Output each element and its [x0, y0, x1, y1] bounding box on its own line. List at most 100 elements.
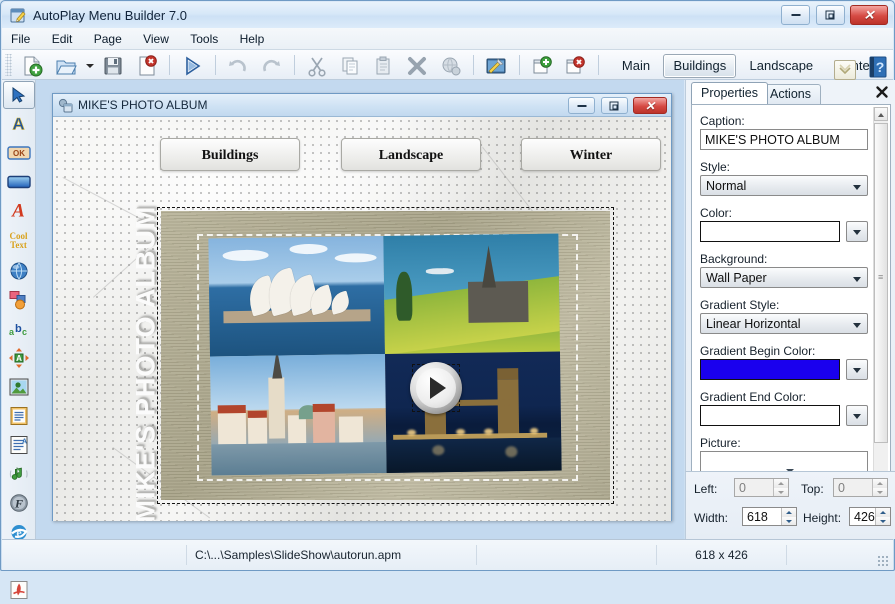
- button-tool[interactable]: OK: [3, 139, 35, 167]
- redo-button[interactable]: [256, 52, 286, 80]
- width-label: Width:: [694, 510, 728, 526]
- tool-palette: A OK A CoolText: [2, 80, 36, 539]
- photo-collage-object[interactable]: [161, 211, 610, 500]
- caption-input[interactable]: MIKE'S PHOTO ALBUM: [700, 129, 868, 150]
- tab-properties[interactable]: Properties: [691, 82, 768, 104]
- menu-tools[interactable]: Tools: [181, 28, 227, 50]
- width-value: 618: [747, 509, 768, 525]
- photo-prague-riverfront[interactable]: [210, 354, 387, 475]
- menu-view[interactable]: View: [134, 28, 178, 50]
- background-select[interactable]: Wall Paper: [700, 267, 868, 288]
- photo-tower-bridge-night[interactable]: [385, 352, 562, 473]
- tabs-dropdown-icon[interactable]: [834, 60, 856, 80]
- gradient-end-color-picker[interactable]: [700, 405, 868, 426]
- resize-grip[interactable]: [877, 555, 889, 567]
- transform-tool[interactable]: A: [3, 344, 35, 372]
- document-maximize-button[interactable]: [601, 97, 628, 114]
- page-design-surface[interactable]: Buildings Landscape Winter MIKE'S PHOTO …: [53, 117, 671, 521]
- nav-button-winter[interactable]: Winter: [521, 138, 661, 171]
- select-pointer-tool[interactable]: [3, 81, 35, 109]
- cool-text-tool[interactable]: CoolText: [3, 226, 35, 256]
- vertical-album-title[interactable]: MIKE'S PHOTO ALBUM: [131, 243, 162, 522]
- gradient-begin-color-dropdown-button[interactable]: [846, 359, 868, 380]
- left-input[interactable]: 0: [734, 478, 789, 497]
- style-select[interactable]: Normal: [700, 175, 868, 196]
- gradient-end-color-swatch[interactable]: [700, 405, 840, 426]
- text-label-tool[interactable]: A: [3, 110, 35, 138]
- gradient-style-label: Gradient Style:: [700, 297, 868, 313]
- minimize-button[interactable]: [781, 5, 810, 25]
- close-panel-icon[interactable]: [875, 85, 889, 99]
- maximize-button[interactable]: [816, 5, 845, 25]
- width-stepper[interactable]: [781, 508, 796, 525]
- left-stepper[interactable]: [773, 479, 788, 496]
- text-document-tool[interactable]: [3, 402, 35, 430]
- photo-grid: [209, 233, 562, 475]
- remove-page-button[interactable]: [560, 52, 590, 80]
- photo-lakeside-church[interactable]: [384, 233, 561, 354]
- chevron-down-icon[interactable]: [84, 52, 95, 78]
- height-input[interactable]: 426: [849, 507, 891, 526]
- nav-button-buildings[interactable]: Buildings: [160, 138, 300, 171]
- new-project-button[interactable]: [17, 52, 47, 80]
- paste-button[interactable]: [369, 52, 399, 80]
- gradient-begin-color-swatch[interactable]: [700, 359, 840, 380]
- scroll-thumb[interactable]: [874, 123, 888, 443]
- fancy-text-tool[interactable]: A: [3, 197, 35, 225]
- close-project-button[interactable]: [132, 52, 162, 80]
- pdf-tool[interactable]: [3, 576, 35, 604]
- play-overlay-icon[interactable]: [410, 362, 462, 414]
- page-tab-landscape[interactable]: Landscape: [740, 54, 824, 78]
- menu-file[interactable]: File: [2, 28, 39, 50]
- page-tab-buildings[interactable]: Buildings: [663, 54, 736, 78]
- scroll-up-button[interactable]: [874, 107, 888, 121]
- app-pencil-icon: [10, 7, 27, 24]
- add-page-button[interactable]: [527, 52, 557, 80]
- menu-page[interactable]: Page: [85, 28, 131, 50]
- design-canvas[interactable]: MIKE'S PHOTO ALBUM ✕ Buildings Landscape…: [36, 80, 684, 539]
- run-preview-button[interactable]: [177, 52, 207, 80]
- audio-tool[interactable]: [3, 460, 35, 488]
- rich-text-tool[interactable]: A: [3, 431, 35, 459]
- document-close-button[interactable]: ✕: [633, 97, 667, 114]
- gradient-end-color-dropdown-button[interactable]: [846, 405, 868, 426]
- color-picker[interactable]: [700, 221, 868, 242]
- spell-text-tool[interactable]: a b c: [3, 315, 35, 343]
- menu-help[interactable]: Help: [231, 28, 274, 50]
- svg-text:b: b: [15, 323, 22, 335]
- color-swatch[interactable]: [700, 221, 840, 242]
- gradient-begin-color-picker[interactable]: [700, 359, 868, 380]
- close-button[interactable]: ✕: [850, 5, 888, 25]
- status-bar: C:\...\Samples\SlideShow\autorun.apm 618…: [2, 539, 893, 570]
- shapes-tool[interactable]: [3, 286, 35, 314]
- flash-tool[interactable]: F: [3, 489, 35, 517]
- copy-button[interactable]: [335, 52, 365, 80]
- save-project-button[interactable]: [98, 52, 128, 80]
- gradient-style-select[interactable]: Linear Horizontal: [700, 313, 868, 334]
- color-dropdown-button[interactable]: [846, 221, 868, 242]
- top-stepper[interactable]: [872, 479, 887, 496]
- project-settings-button[interactable]: [481, 52, 511, 80]
- page-tab-main[interactable]: Main: [612, 54, 660, 78]
- open-project-button[interactable]: [51, 52, 81, 80]
- photo-sydney-opera-house[interactable]: [209, 236, 386, 357]
- width-input[interactable]: 618: [742, 507, 797, 526]
- undo-button[interactable]: [223, 52, 253, 80]
- nav-button-landscape[interactable]: Landscape: [341, 138, 481, 171]
- status-middle-cell: [476, 545, 656, 565]
- height-stepper[interactable]: [875, 508, 890, 525]
- toolbar-separator: [598, 55, 599, 75]
- help-question-icon[interactable]: ?: [867, 55, 891, 81]
- cut-button[interactable]: [302, 52, 332, 80]
- web-object-tool[interactable]: [3, 257, 35, 285]
- toolbar-separator: [294, 55, 295, 75]
- image-tool[interactable]: [3, 373, 35, 401]
- toolbar-grip[interactable]: [5, 54, 12, 76]
- progress-bar-tool[interactable]: [3, 168, 35, 196]
- globe-properties-button[interactable]: [436, 52, 466, 80]
- document-minimize-button[interactable]: [568, 97, 595, 114]
- tab-actions[interactable]: Actions: [760, 84, 821, 104]
- menu-edit[interactable]: Edit: [43, 28, 82, 50]
- top-input[interactable]: 0: [833, 478, 888, 497]
- delete-button[interactable]: [402, 52, 432, 80]
